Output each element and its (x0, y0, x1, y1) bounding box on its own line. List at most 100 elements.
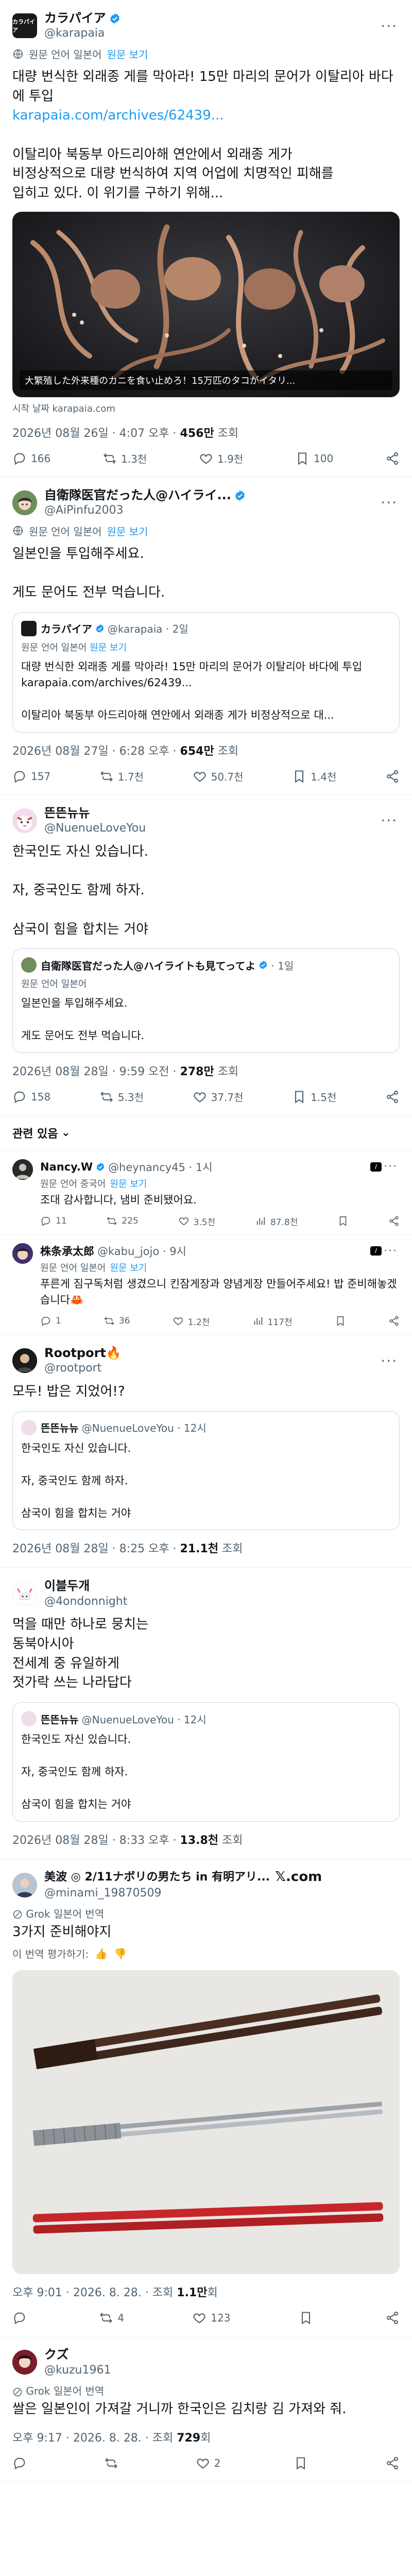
display-name-row[interactable]: カラパイア (44, 10, 379, 26)
quoted-tweet[interactable]: 自衛隊医官だった人@ハイライトも見てってよ · 1일 원문 언어 일본어 일본인… (12, 948, 400, 1053)
repost-button[interactable]: 36 (104, 1315, 130, 1327)
share-button[interactable] (385, 451, 400, 466)
handle[interactable]: @kuzu1961 (44, 2363, 400, 2378)
like-button[interactable]: 1.9천 (199, 451, 243, 466)
repost-button[interactable]: 5.3천 (99, 1089, 144, 1104)
handle[interactable]: @AiPinfu2003 (44, 503, 379, 518)
timestamp[interactable]: 오후 9:01 · 2026. 8. 28. · 조회 (12, 2286, 177, 2299)
tweet-karapaia[interactable]: カラパイア カラパイア @karapaia ··· 원문 언어 일본어 원문 보… (0, 0, 412, 477)
tweet-minami[interactable]: 美波 ◎ 2/11ナボリの男たち in 有明アリ... 𝕏.com @minam… (0, 1859, 412, 2337)
tweet-nuenue[interactable]: 뜬뜬뉴뉴 @NuenueLoveYou ··· 한국인도 자신 있습니다. 자,… (0, 795, 412, 1115)
display-name-row[interactable]: Rootport🔥 (44, 1345, 379, 1361)
bookmark-button[interactable]: 1.5천 (292, 1089, 336, 1104)
avatar[interactable] (12, 490, 37, 515)
avatar[interactable] (12, 1159, 33, 1180)
repost-button[interactable]: 4 (99, 2311, 124, 2325)
bookmark-button[interactable] (299, 2311, 317, 2325)
more-options-icon[interactable]: ··· (379, 1352, 400, 1369)
display-name-row[interactable]: 이블두개 (44, 1578, 400, 1594)
display-name[interactable]: Nancy.W (40, 1161, 93, 1173)
thumbs-down-icon[interactable]: 👎 (114, 1947, 127, 1960)
display-name[interactable]: 뜬뜬뉴뉴 (44, 805, 90, 821)
more-options-icon[interactable]: ··· (382, 1245, 400, 1258)
tweet-link[interactable]: karapaia.com/archives/62439... (12, 108, 224, 123)
view-original-link[interactable]: 원문 보기 (110, 1263, 147, 1274)
timestamp[interactable]: 2026년 08월 28일 · 8:25 오후 · (12, 1543, 180, 1555)
avatar[interactable] (12, 1243, 33, 1264)
reply-button[interactable]: 1 (40, 1315, 61, 1327)
handle[interactable]: @kabu_jojo · 9시 (97, 1243, 367, 1259)
link-card-image[interactable]: 大繁殖した外来種のカニを食い止めろ！15万匹のタコがイタリ... (12, 211, 400, 397)
chopsticks-photo[interactable] (12, 1970, 400, 2275)
avatar[interactable] (12, 2350, 37, 2375)
bookmark-button[interactable] (337, 1215, 349, 1227)
more-options-icon[interactable]: ··· (379, 494, 400, 511)
reply-button[interactable]: 166 (12, 451, 50, 466)
display-name[interactable]: 美波 ◎ 2/11ナボリの男たち in 有明アリ... (44, 1870, 270, 1885)
reply-button[interactable] (12, 2311, 31, 2325)
view-original-link[interactable]: 원문 보기 (107, 46, 148, 61)
views-button[interactable]: 117천 (252, 1315, 293, 1328)
reply-button[interactable]: 11 (40, 1215, 67, 1227)
timestamp[interactable]: 오후 9:17 · 2026. 8. 28. · 조회 (12, 2432, 177, 2445)
repost-button[interactable]: 1.7천 (99, 769, 144, 784)
views-button[interactable]: 87.8천 (255, 1215, 298, 1228)
tweet-4ondonnight[interactable]: 이블두개 @4ondonnight 먹을 때만 하나로 뭉치는 동북아시아 전세… (0, 1568, 412, 1859)
reply-button[interactable] (12, 2456, 31, 2470)
handle[interactable]: @karapaia (44, 26, 379, 41)
avatar[interactable] (12, 1872, 37, 1897)
display-name[interactable]: 株条承太郎 (40, 1243, 94, 1259)
repost-button[interactable]: 225 (106, 1215, 139, 1227)
repost-button[interactable]: 1.3천 (102, 451, 147, 466)
timestamp[interactable]: 2026년 08월 27일 · 6:28 오후 · (12, 745, 180, 758)
like-button[interactable]: 123 (192, 2311, 230, 2325)
avatar[interactable] (12, 808, 37, 833)
bookmark-button[interactable] (294, 2456, 312, 2470)
display-name-row[interactable]: 美波 ◎ 2/11ナボリの男たち in 有明アリ... 𝕏.com (44, 1869, 400, 1886)
more-options-icon[interactable]: ··· (379, 812, 400, 829)
link-card-source[interactable]: 시작 날짜 karapaia.com (12, 401, 400, 415)
more-options-icon[interactable]: ··· (379, 18, 400, 35)
view-original-link[interactable]: 원문 보기 (107, 523, 148, 538)
handle[interactable]: @rootport (44, 1361, 379, 1376)
like-button[interactable]: 50.7천 (193, 769, 244, 784)
handle[interactable]: @heynancy45 · 1시 (108, 1159, 367, 1175)
tweet-rootport[interactable]: Rootport🔥 @rootport ··· 모두! 밥은 지었어!? 뜬뜬뉴… (0, 1335, 412, 1568)
avatar[interactable] (12, 1581, 37, 1606)
related-tweet-nancy[interactable]: Nancy.W @heynancy45 · 1시 / ··· 원문 언어 중국어… (0, 1151, 412, 1235)
timestamp[interactable]: 2026년 08월 28일 · 9:59 오전 · (12, 1065, 180, 1078)
reply-button[interactable]: 158 (12, 1090, 50, 1104)
grok-icon[interactable]: / (370, 1162, 382, 1172)
like-button[interactable]: 1.2천 (173, 1315, 210, 1328)
display-name-row[interactable]: クズ (44, 2347, 400, 2363)
display-name[interactable]: クズ (44, 2347, 69, 2363)
display-name[interactable]: 自衛隊医官だった人@ハイライ... (44, 487, 231, 503)
timestamp[interactable]: 2026년 08월 28일 · 8:33 오후 · (12, 1834, 180, 1847)
like-button[interactable]: 37.7천 (193, 1089, 244, 1104)
tweet-aipinfu[interactable]: 自衛隊医官だった人@ハイライ... @AiPinfu2003 ··· 원문 언어… (0, 477, 412, 795)
avatar[interactable] (12, 1348, 37, 1374)
bookmark-button[interactable] (335, 1315, 346, 1327)
share-button[interactable] (385, 1090, 400, 1104)
display-name[interactable]: カラパイア (44, 10, 106, 26)
related-tweet-kabu[interactable]: 株条承太郎 @kabu_jojo · 9시 / ··· 원문 언어 일본어 원문 … (0, 1235, 412, 1335)
reply-button[interactable]: 157 (12, 769, 50, 784)
handle[interactable]: @NuenueLoveYou (44, 821, 379, 836)
display-name-row[interactable]: 뜬뜬뉴뉴 (44, 805, 379, 821)
quoted-tweet[interactable]: カラパイア @karapaia · 2일 원문 언어 일본어 원문 보기 대량 … (12, 612, 400, 733)
display-name-row[interactable]: 自衛隊医官だった人@ハイライ... (44, 487, 379, 503)
display-name[interactable]: Rootport🔥 (44, 1345, 122, 1361)
timestamp[interactable]: 2026년 08월 26일 · 4:07 오후 · (12, 427, 180, 440)
bookmark-button[interactable]: 1.4천 (292, 769, 336, 784)
tweet-kuzu[interactable]: クズ @kuzu1961 Grok 일본어 번역 쌀은 일본인이 가져갈 거니까… (0, 2336, 412, 2482)
related-section-header[interactable]: 관련 있음 ⌄ (0, 1115, 412, 1151)
share-button[interactable] (385, 769, 400, 784)
display-name[interactable]: 이블두개 (44, 1578, 90, 1594)
handle[interactable]: @4ondonnight (44, 1595, 400, 1609)
thumbs-up-icon[interactable]: 👍 (95, 1947, 108, 1960)
more-options-icon[interactable]: ··· (382, 1160, 400, 1173)
share-button[interactable] (388, 1315, 400, 1327)
share-button[interactable] (385, 2456, 400, 2470)
share-button[interactable] (388, 1215, 400, 1227)
like-button[interactable]: 2 (196, 2456, 220, 2470)
